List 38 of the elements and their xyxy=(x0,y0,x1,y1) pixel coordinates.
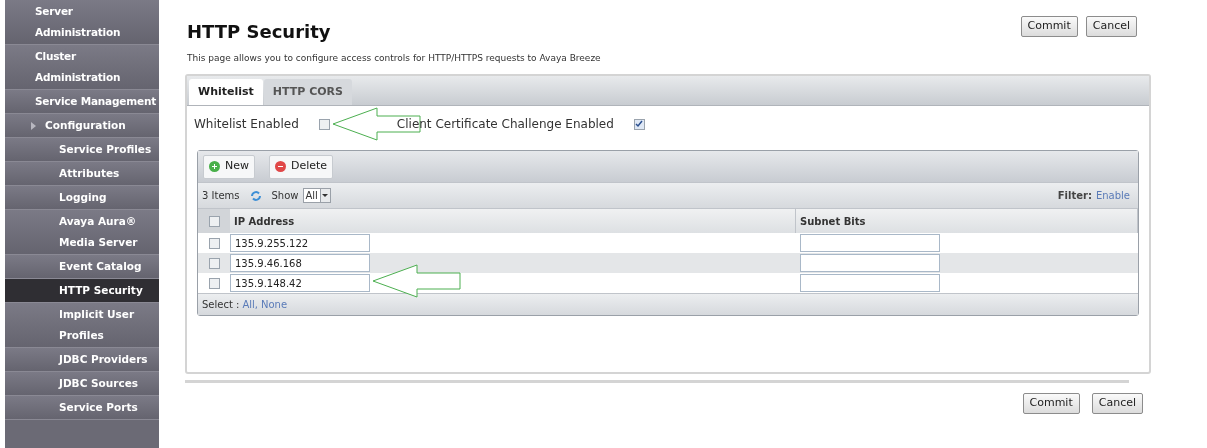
action-button[interactable]: Commit xyxy=(1020,16,1078,37)
ip-field[interactable]: 135.9.148.42 xyxy=(230,274,370,292)
sidebar-item[interactable]: HTTP Security xyxy=(5,279,159,303)
filter-label: Filter: xyxy=(1057,189,1092,203)
sidebar-item[interactable]: Cluster Administration xyxy=(5,45,159,90)
toolbar-button[interactable]: Delete xyxy=(269,154,334,179)
select-link[interactable]: All xyxy=(242,297,255,312)
action-button[interactable]: Cancel xyxy=(1091,393,1143,414)
page-description: This page allows you to configure access controls for HTTP/HTTPS requests to Avaya Breeze xyxy=(187,53,602,64)
show-dropdown[interactable]: All xyxy=(302,188,331,203)
select-link[interactable]: None xyxy=(261,297,288,312)
item-count: 3 Items xyxy=(202,189,240,203)
sidebar-item[interactable]: Avaya Aura® Media Server xyxy=(5,210,159,255)
page-title: HTTP Security xyxy=(187,20,331,44)
sidebar-item[interactable]: Event Catalog xyxy=(5,255,159,279)
option-label: Whitelist Enabled xyxy=(194,116,299,133)
toolbar-button[interactable]: New xyxy=(203,154,255,179)
sidebar-item[interactable]: Service Profiles xyxy=(5,138,159,162)
separator: , xyxy=(254,298,258,312)
select-label: Select : xyxy=(202,298,240,312)
filter-link[interactable]: Enable xyxy=(1095,188,1130,203)
action-button[interactable]: Commit xyxy=(1022,393,1080,414)
sidebar-item[interactable]: JDBC Providers xyxy=(5,348,159,372)
sidebar-item[interactable]: Implicit User Profiles xyxy=(5,303,159,348)
sidebar-item[interactable]: Service Ports xyxy=(5,396,159,420)
show-label: Show xyxy=(271,189,299,203)
option-label: Client Certificate Challenge Enabled xyxy=(396,116,614,133)
sidebar-item[interactable]: Logging xyxy=(5,186,159,210)
sidebar-item[interactable]: JDBC Sources xyxy=(5,372,159,396)
sidebar-item[interactable]: Server Administration xyxy=(5,0,159,45)
sidebar-item[interactable]: Configuration xyxy=(5,114,159,138)
tab[interactable]: HTTP CORS xyxy=(263,79,352,105)
action-button[interactable]: Cancel xyxy=(1085,16,1137,37)
ip-field[interactable]: 135.9.46.168 xyxy=(230,254,370,272)
sidebar-item[interactable]: Attributes xyxy=(5,162,159,186)
sidebar-item[interactable]: Service Management xyxy=(5,90,159,114)
ip-field[interactable]: 135.9.255.122 xyxy=(230,234,370,252)
tab[interactable]: Whitelist xyxy=(189,79,263,105)
